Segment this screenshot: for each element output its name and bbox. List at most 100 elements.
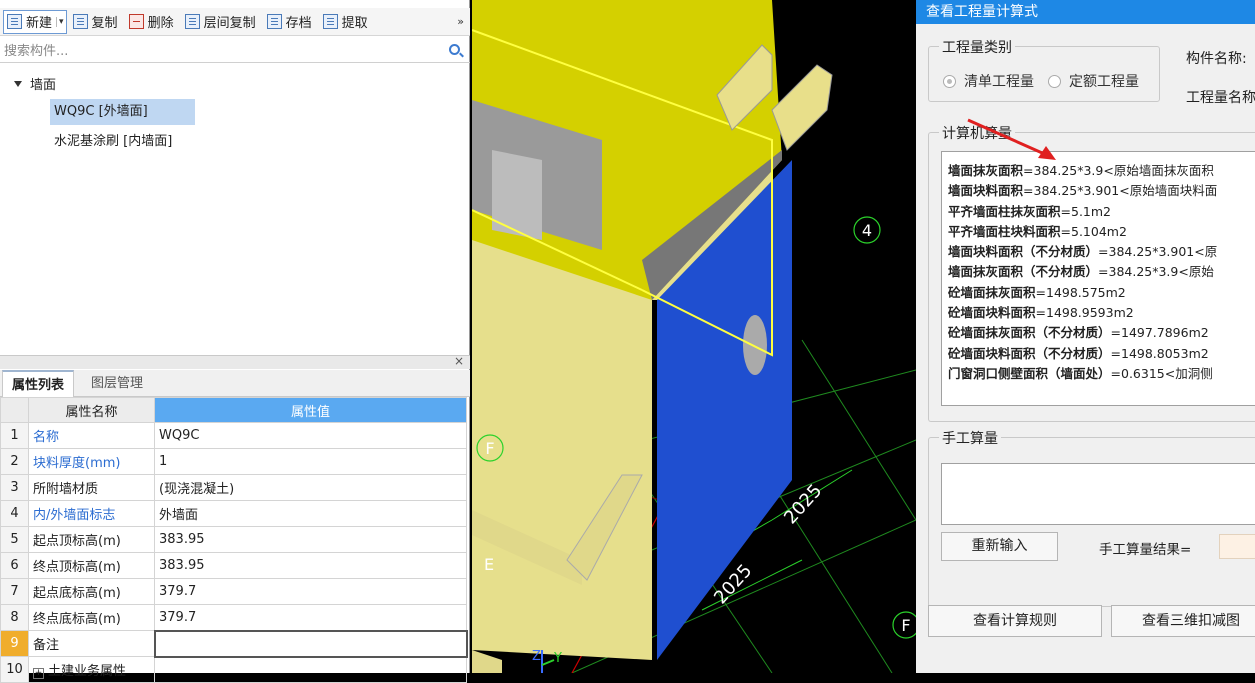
tab-attribute-list[interactable]: 属性列表 — [2, 370, 75, 398]
row-index: 10 — [0, 656, 29, 683]
view-calc-rules-button[interactable]: 查看计算规则 — [928, 605, 1102, 637]
table-row[interactable]: 5 起点顶标高(m) 383.95 — [0, 526, 467, 553]
table-row[interactable]: 2 块料厚度(mm) 1 — [0, 448, 467, 475]
property-value[interactable]: 383.95 — [154, 552, 467, 579]
manual-result-field[interactable] — [1219, 534, 1255, 559]
tree-root-wall-surface[interactable]: 墙面 — [14, 74, 56, 93]
tree-item-wq9c[interactable]: WQ9C [外墙面] — [50, 99, 195, 125]
view-3d-deduction-button[interactable]: 查看三维扣减图 — [1111, 605, 1255, 637]
new-button[interactable]: 新建 ▾ — [3, 9, 67, 34]
axis-marker-4: 4 — [853, 216, 881, 244]
tree-root-label: 墙面 — [30, 78, 57, 93]
header-index — [0, 397, 29, 423]
dialog-title: 查看工程量计算式 — [916, 0, 1255, 24]
toolbar: 新建 ▾ 复制 删除 层间复制 存档 提取 » — [0, 8, 470, 36]
table-row[interactable]: 4 内/外墙面标志 外墙面 — [0, 500, 467, 527]
archive-button[interactable]: 存档 — [264, 10, 317, 34]
close-icon[interactable]: × — [454, 354, 464, 368]
axis-label-f-2: F — [901, 616, 910, 635]
copy-label: 复制 — [91, 16, 118, 31]
component-panel: 新建 ▾ 复制 删除 层间复制 存档 提取 » 墙面 — [0, 0, 470, 683]
table-header-row: 属性名称 属性值 — [0, 397, 467, 423]
search-icon[interactable] — [449, 44, 460, 55]
property-value[interactable]: 379.7 — [154, 578, 467, 605]
property-name: 终点顶标高(m) — [28, 552, 155, 579]
property-name: 备注 — [28, 630, 155, 657]
dimension-2025-upper: 2025 — [780, 480, 826, 528]
row-index: 6 — [0, 552, 29, 579]
axis-label-e: E — [484, 555, 494, 574]
3d-viewport[interactable]: 4 F F E 2025 2025 Z Y — [472, 0, 916, 673]
table-row[interactable]: 8 终点底标高(m) 379.7 — [0, 604, 467, 631]
row-index: 9 — [0, 630, 29, 657]
radio-bill-quantity[interactable] — [943, 74, 956, 88]
row-index: 5 — [0, 526, 29, 553]
property-value[interactable]: (现浇混凝土) — [154, 474, 467, 501]
radio-quota-quantity[interactable] — [1048, 74, 1061, 88]
table-row[interactable]: 10 + 土建业务属性 — [0, 656, 467, 683]
layer-copy-icon — [184, 14, 200, 29]
table-row[interactable]: 3 所附墙材质 (现浇混凝土) — [0, 474, 467, 501]
property-table: 属性名称 属性值 1 名称 WQ9C 2 块料厚度(mm) 1 3 所附墙材质 … — [0, 397, 468, 683]
property-value[interactable]: 383.95 — [154, 526, 467, 553]
radio-quota-quantity-label[interactable]: 定额工程量 — [1069, 71, 1139, 91]
archive-icon — [266, 14, 282, 29]
search-input[interactable] — [0, 40, 440, 62]
component-name-label: 构件名称: — [1186, 51, 1247, 67]
manual-calc-group: 手工算量 重新输入 手工算量结果= — [928, 428, 1255, 607]
quantity-type-legend: 工程量类别 — [939, 37, 1015, 57]
calc-line: 砼墙面块料面积（不分材质）=1498.8053m2 — [948, 345, 1209, 361]
quantity-formula-dialog: 查看工程量计算式 工程量类别 清单工程量 定额工程量 构件名称: 工程量名称 计… — [916, 0, 1255, 673]
table-row[interactable]: 1 名称 WQ9C — [0, 422, 467, 449]
property-name: 起点底标高(m) — [28, 578, 155, 605]
manual-calc-legend: 手工算量 — [939, 428, 1001, 448]
chevron-down-icon[interactable]: ▾ — [56, 16, 64, 27]
frame-bottom-3 — [472, 650, 502, 673]
calc-line: 砼墙面抹灰面积=1498.575m2 — [948, 284, 1126, 300]
axis-label-4: 4 — [862, 221, 872, 240]
gizmo-z-label: Z — [532, 649, 541, 664]
computer-calc-legend: 计算机算量 — [939, 123, 1015, 143]
property-value[interactable]: WQ9C — [154, 422, 467, 449]
row-index: 7 — [0, 578, 29, 605]
row-index: 3 — [0, 474, 29, 501]
property-value[interactable]: 379.7 — [154, 604, 467, 631]
copy-button[interactable]: 复制 — [70, 10, 123, 34]
remark-input[interactable] — [153, 629, 468, 658]
table-row[interactable]: 9 备注 — [0, 629, 468, 658]
radio-bill-quantity-label[interactable]: 清单工程量 — [964, 71, 1034, 91]
delete-icon — [128, 14, 144, 29]
property-name: 起点顶标高(m) — [28, 526, 155, 553]
reset-input-button[interactable]: 重新输入 — [941, 532, 1058, 561]
property-name: 终点底标高(m) — [28, 604, 155, 631]
post-top-right — [771, 64, 833, 151]
new-doc-icon — [7, 14, 22, 29]
toolbar-overflow-icon[interactable]: » — [457, 15, 464, 28]
expand-plus-icon[interactable]: + — [33, 668, 44, 679]
calc-formula-text[interactable]: 墙面抹灰面积=384.25*3.9<原始墙面抹灰面积 墙面块料面积=384.25… — [941, 151, 1255, 406]
gizmo-y-label: Y — [553, 651, 562, 666]
dialog-body: 工程量类别 清单工程量 定额工程量 构件名称: 工程量名称 计算机算量 墙面抹灰… — [916, 24, 1255, 637]
calc-line: 墙面抹灰面积（不分材质）=384.25*3.9<原始 — [948, 264, 1214, 280]
copy-icon — [72, 14, 88, 29]
layer-copy-button[interactable]: 层间复制 — [182, 10, 261, 34]
header-property-name: 属性名称 — [28, 397, 155, 423]
property-value[interactable]: 外墙面 — [154, 500, 467, 527]
calc-line: 墙面块料面积（不分材质）=384.25*3.901<原 — [948, 244, 1218, 260]
property-value[interactable]: 1 — [154, 448, 467, 475]
extract-button[interactable]: 提取 — [320, 10, 373, 34]
header-property-value: 属性值 — [154, 397, 467, 423]
tab-layer-management[interactable]: 图层管理 — [82, 370, 152, 397]
delete-button[interactable]: 删除 — [126, 10, 179, 34]
table-row[interactable]: 6 终点顶标高(m) 383.95 — [0, 552, 467, 579]
property-name: 内/外墙面标志 — [28, 500, 155, 527]
manual-calc-input[interactable] — [941, 463, 1255, 525]
component-tree: 墙面 WQ9C [外墙面] 水泥基涂刷 [内墙面] — [0, 66, 470, 346]
table-row[interactable]: 7 起点底标高(m) 379.7 — [0, 578, 467, 605]
calc-line: 门窗洞口侧壁面积（墙面处）=0.6315<加洞侧 — [948, 365, 1213, 381]
wall-opening — [743, 315, 767, 375]
quantity-name-label: 工程量名称 — [1186, 90, 1255, 106]
expand-triangle-icon[interactable] — [14, 80, 22, 87]
property-value — [154, 656, 467, 683]
tree-item-cement-coating[interactable]: 水泥基涂刷 [内墙面] — [50, 129, 176, 155]
